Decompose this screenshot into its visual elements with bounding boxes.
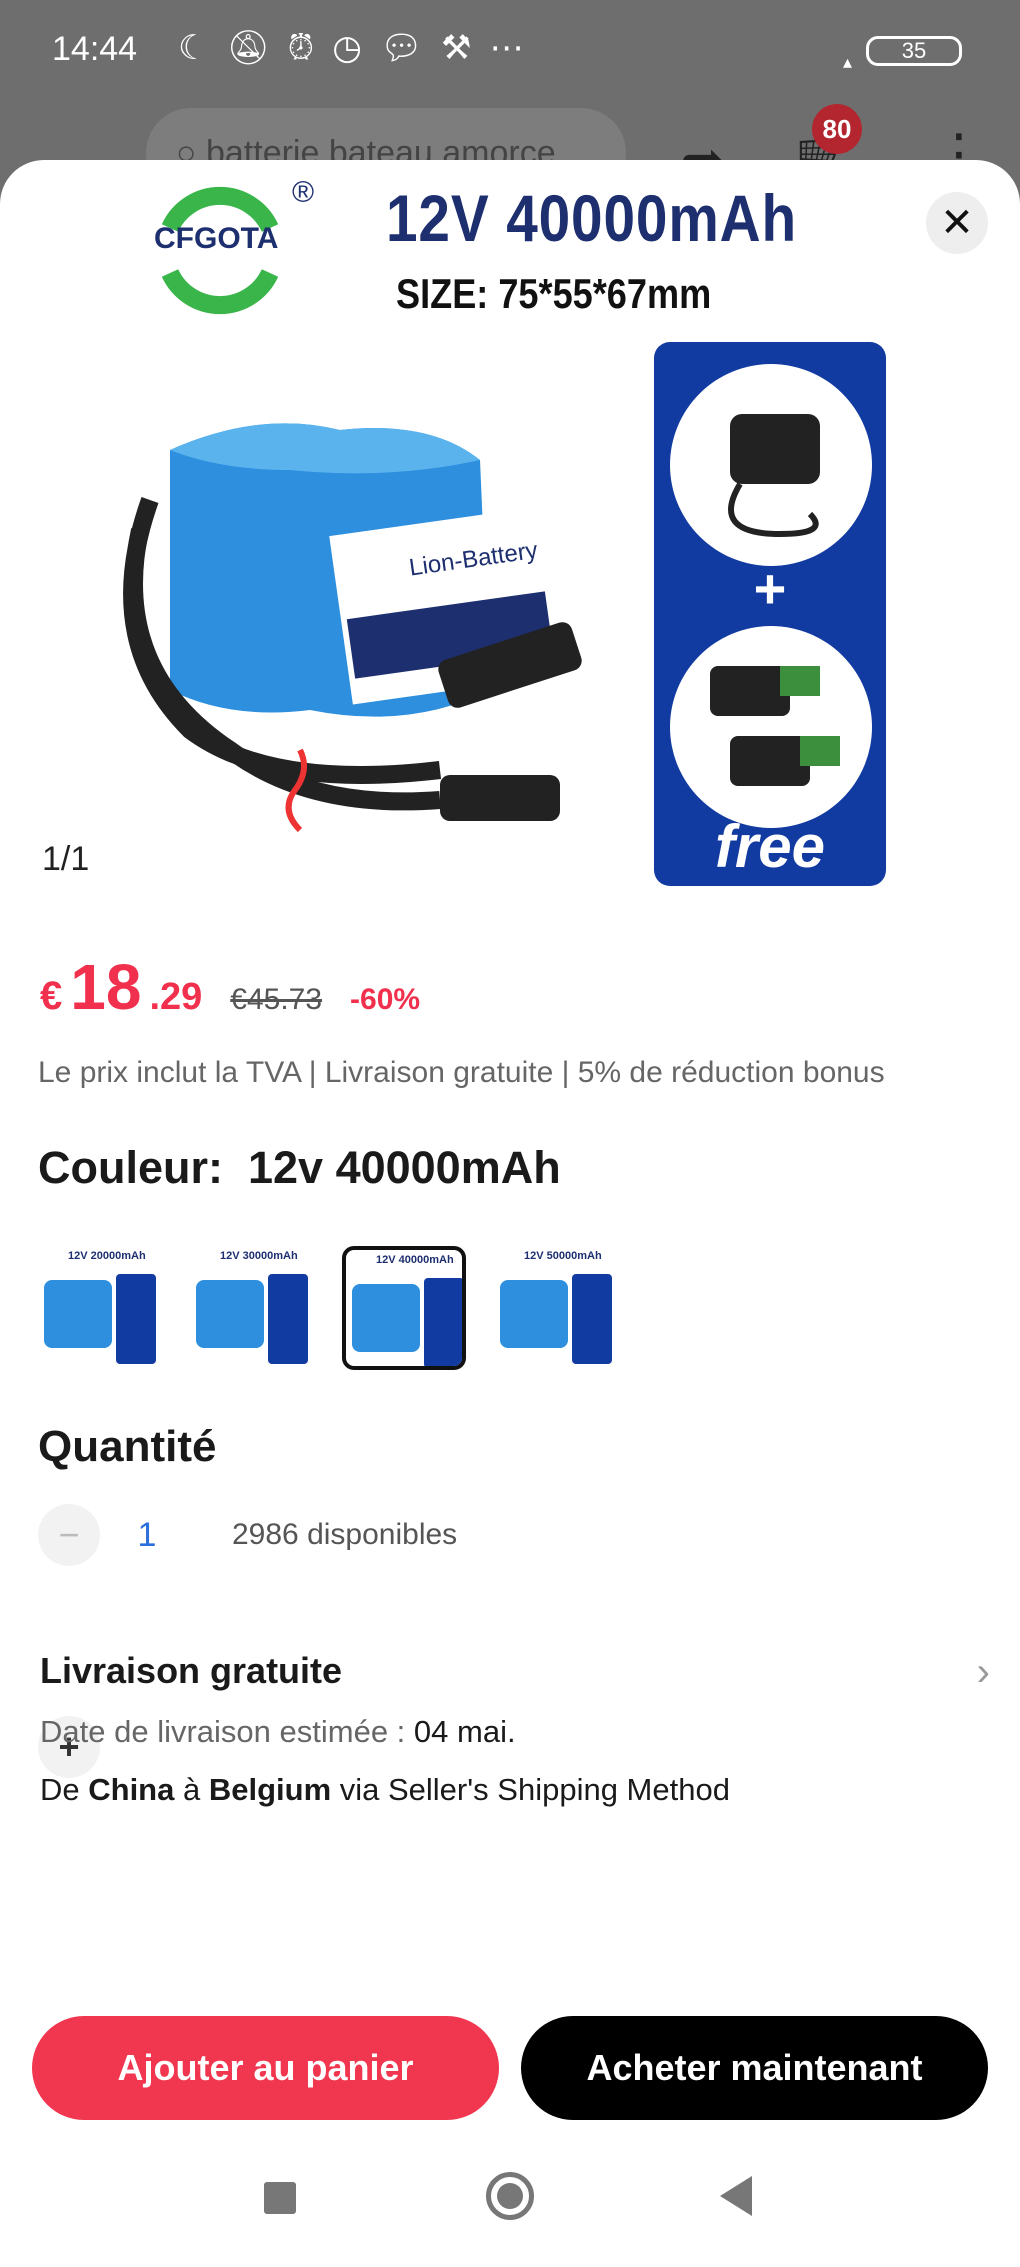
- variant-title: 12V 20000mAh: [68, 1250, 146, 1262]
- status-time: 14:44: [52, 30, 138, 68]
- more-dots-icon: ⋯: [489, 29, 524, 67]
- product-image-size: SIZE: 75*55*67mm: [396, 270, 712, 317]
- battery-icon: 35: [866, 36, 962, 66]
- price-currency: €: [40, 974, 63, 1018]
- color-variants: 12V 20000mAh 12V 30000mAh 12V 40000mAh 1…: [38, 1246, 618, 1370]
- status-icons: ☾ 🔕︎ ⏰︎ ◷ 💬︎ ⚒ ⋯: [178, 28, 524, 68]
- moon-icon: ☾: [178, 29, 209, 67]
- price-row: € 18 .29 €45.73 -60%: [40, 950, 420, 1030]
- product-image[interactable]: CFGOTA ® 12V 40000mAh SIZE: 75*55*67mm L…: [110, 160, 910, 900]
- quantity-label: Quantité: [38, 1422, 217, 1471]
- home-icon[interactable]: [486, 2172, 534, 2220]
- system-nav-bar: [0, 2150, 1020, 2250]
- cart-count-badge: 80: [812, 104, 862, 154]
- action-buttons: Ajouter au panier Acheter maintenant: [32, 2016, 988, 2120]
- add-to-cart-button[interactable]: Ajouter au panier: [32, 2016, 499, 2120]
- variant-panel-image: [424, 1278, 462, 1366]
- variant-battery-image: [352, 1284, 420, 1352]
- panel-free: free: [714, 813, 826, 880]
- price-integer: 18: [70, 951, 142, 1023]
- route-prefix: De: [40, 1772, 89, 1807]
- panel-plus: +: [753, 557, 787, 620]
- connector-image: [670, 626, 872, 828]
- messenger-icon: 💬︎: [379, 29, 424, 67]
- route-from: China: [88, 1772, 175, 1807]
- registered-mark: ®: [292, 176, 315, 209]
- back-icon[interactable]: [720, 2176, 752, 2216]
- tools-icon: ⚒: [441, 29, 472, 67]
- variant-battery-image: [500, 1280, 568, 1348]
- delivery-date-prefix: Date de livraison estimée :: [40, 1714, 414, 1749]
- accessories-panel: + free: [654, 342, 886, 886]
- quantity-stepper: − 1 + 2986 disponibles: [38, 1502, 458, 1778]
- alarm-icon: ⏰︎: [287, 29, 315, 67]
- variant-title: 12V 40000mAh: [376, 1254, 454, 1266]
- variant-panel-image: [116, 1274, 156, 1364]
- variant-title: 12V 50000mAh: [524, 1250, 602, 1262]
- price-decimal: .29: [149, 976, 203, 1018]
- delivery-date-value: 04 mai.: [413, 1714, 516, 1749]
- quantity-value[interactable]: 1: [100, 1516, 194, 1555]
- variant-option[interactable]: 12V 20000mAh: [38, 1246, 162, 1370]
- variant-option[interactable]: 12V 30000mAh: [190, 1246, 314, 1370]
- image-counter: 1/1: [42, 840, 90, 878]
- stock-available: 2986 disponibles: [232, 1518, 458, 1551]
- battery-pack-image: Lion-Battery: [123, 423, 582, 833]
- variant-battery-image: [44, 1280, 112, 1348]
- product-image-title: 12V 40000mAh: [386, 181, 798, 255]
- route-suffix: via Seller's Shipping Method: [331, 1772, 730, 1807]
- variant-title: 12V 30000mAh: [220, 1250, 298, 1262]
- variant-battery-image: [196, 1280, 264, 1348]
- decrease-quantity-button[interactable]: −: [38, 1504, 100, 1566]
- discount-badge: -60%: [350, 983, 421, 1016]
- alarm-icon: ◷: [332, 29, 362, 67]
- variant-option[interactable]: 12V 50000mAh: [494, 1246, 618, 1370]
- recent-apps-icon[interactable]: [264, 2182, 296, 2214]
- buy-now-button[interactable]: Acheter maintenant: [521, 2016, 988, 2120]
- route-mid: à: [174, 1772, 209, 1807]
- shipping-route: De China à Belgium via Seller's Shipping…: [40, 1772, 990, 1808]
- variant-panel-image: [572, 1274, 612, 1364]
- close-button[interactable]: ✕: [926, 192, 988, 254]
- signal-icon: ▴: [842, 52, 852, 72]
- price-info-line: Le prix inclut la TVA | Livraison gratui…: [38, 1056, 885, 1089]
- route-to: Belgium: [208, 1772, 332, 1807]
- adapter-image: [670, 364, 872, 566]
- shipping-section[interactable]: Livraison gratuite › Date de livraison e…: [40, 1650, 990, 1808]
- status-bar: 14:44 ☾ 🔕︎ ⏰︎ ◷ 💬︎ ⚒ ⋯ ▴ 35: [0, 0, 1020, 100]
- shipping-title: Livraison gratuite: [40, 1650, 343, 1691]
- variant-panel-image: [268, 1274, 308, 1364]
- original-price: €45.73: [230, 983, 323, 1016]
- bell-off-icon: 🔕︎: [226, 29, 270, 67]
- variant-option-selected[interactable]: 12V 40000mAh: [342, 1246, 466, 1370]
- chevron-right-icon: ›: [976, 1650, 990, 1694]
- brand-name: CFGOTA: [154, 222, 279, 255]
- delivery-date: Date de livraison estimée : 04 mai.: [40, 1714, 990, 1750]
- color-label: Couleur: 12v 40000mAh: [38, 1142, 561, 1193]
- product-sheet: CFGOTA ® 12V 40000mAh SIZE: 75*55*67mm L…: [0, 160, 1020, 2267]
